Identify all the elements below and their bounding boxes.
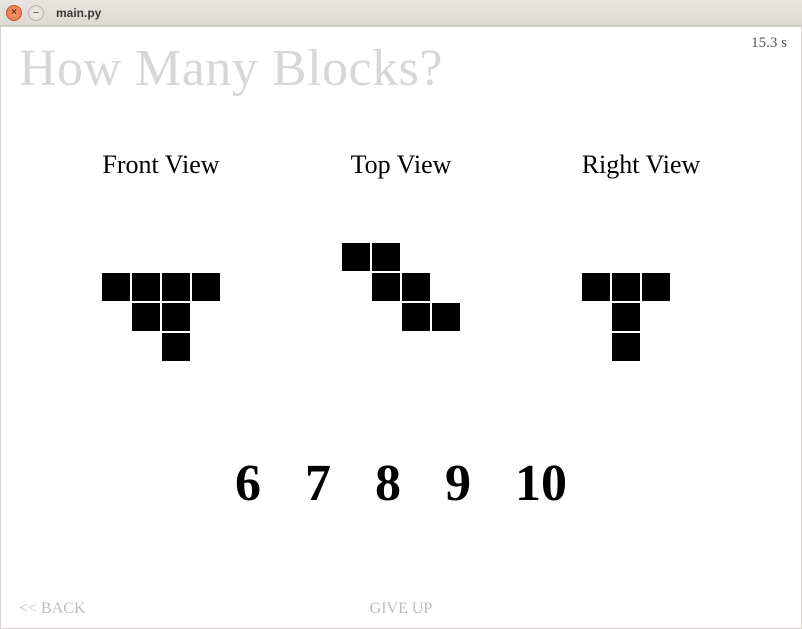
block-cell	[401, 302, 431, 332]
answer-option[interactable]: 8	[375, 454, 401, 513]
block-cell	[431, 302, 461, 332]
game-canvas: How Many Blocks? 15.3 s Front View Top V…	[0, 26, 802, 629]
view-top: Top View	[291, 150, 511, 392]
minimize-icon[interactable]: –	[28, 5, 44, 21]
block-cell	[131, 302, 161, 332]
block-cell	[611, 332, 641, 362]
block-cell	[371, 272, 401, 302]
block-cell	[191, 272, 221, 302]
window-titlebar: × – main.py	[0, 0, 802, 26]
view-label: Front View	[51, 150, 271, 180]
top-grid	[311, 242, 491, 392]
block-cell	[101, 272, 131, 302]
block-cell	[161, 272, 191, 302]
answer-option[interactable]: 7	[305, 454, 331, 513]
right-grid	[551, 242, 731, 392]
block-cell	[581, 272, 611, 302]
view-front: Front View	[51, 150, 271, 392]
block-cell	[611, 272, 641, 302]
block-cell	[341, 242, 371, 272]
block-cell	[161, 302, 191, 332]
view-label: Right View	[531, 150, 751, 180]
back-button[interactable]: << BACK	[19, 600, 86, 618]
window-title: main.py	[56, 6, 101, 20]
view-label: Top View	[291, 150, 511, 180]
question-title: How Many Blocks?	[1, 27, 801, 98]
block-cell	[161, 332, 191, 362]
block-cell	[371, 242, 401, 272]
block-cell	[641, 272, 671, 302]
giveup-button[interactable]: GIVE UP	[370, 600, 433, 618]
answers-row: 6 7 8 9 10	[1, 454, 801, 513]
block-cell	[131, 272, 161, 302]
answer-option[interactable]: 10	[515, 454, 567, 513]
footer-bar: << BACK GIVE UP	[1, 600, 801, 618]
block-cell	[401, 272, 431, 302]
views-row: Front View Top View Right View	[1, 150, 801, 392]
answer-option[interactable]: 9	[445, 454, 471, 513]
front-grid	[71, 242, 251, 392]
block-cell	[611, 302, 641, 332]
view-right: Right View	[531, 150, 751, 392]
answer-option[interactable]: 6	[235, 454, 261, 513]
close-icon[interactable]: ×	[6, 5, 22, 21]
timer-display: 15.3 s	[751, 35, 787, 52]
